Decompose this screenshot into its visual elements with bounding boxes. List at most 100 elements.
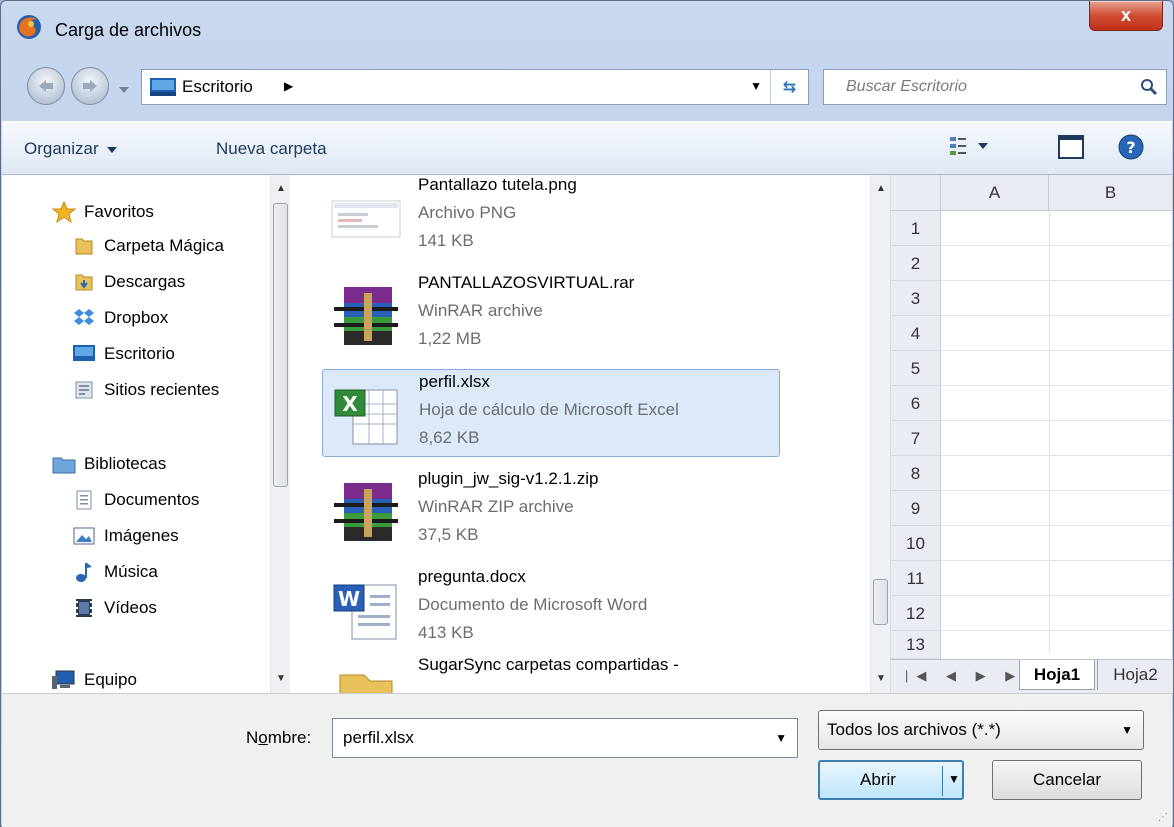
nav-item-musica[interactable]: Música [72,557,158,587]
help-button[interactable]: ? [1118,134,1144,165]
sheet-tab-active[interactable]: Hoja1 [1019,660,1095,690]
forward-button[interactable] [71,67,109,105]
chevron-down-icon[interactable]: ▼ [775,731,787,745]
file-list-scrollbar[interactable]: ▲ ▼ [870,175,890,693]
music-icon [76,563,92,582]
folder-icon [75,238,93,255]
nav-item-escritorio[interactable]: Escritorio [72,339,175,369]
nav-libraries-label: Bibliotecas [84,454,167,473]
filename-value[interactable]: perfil.xlsx [343,728,414,748]
recent-pages-dropdown[interactable] [119,79,129,99]
grid-line [1049,211,1050,653]
list-item[interactable]: PANTALLAZOSVIRTUAL.rar WinRAR archive 1,… [322,271,780,359]
nav-item-imagenes[interactable]: Imágenes [72,521,179,551]
svg-text:?: ? [1126,138,1135,157]
nav-favorites[interactable]: Favoritos [52,197,154,227]
help-icon: ? [1118,134,1144,160]
nav-libraries[interactable]: Bibliotecas [52,449,166,479]
nav-item-label: Carpeta Mágica [104,236,225,255]
recent-places-icon [75,381,93,399]
organize-label: Organizar [24,139,99,158]
desktop-folder-icon [150,78,176,96]
nav-item-documentos[interactable]: Documentos [72,485,199,515]
list-item[interactable]: Pantallazo tutela.png Archivo PNG 141 KB [322,173,780,261]
breadcrumb-location[interactable]: Escritorio [182,77,253,97]
scroll-down-icon[interactable]: ▼ [871,669,891,689]
column-header-a: A [941,175,1049,211]
organize-button[interactable]: Organizar [24,139,118,159]
open-options-dropdown-icon[interactable]: ▼ [948,772,960,786]
list-item-selected[interactable]: X perfil.xlsx Hoja de cálculo de Microso… [322,369,780,457]
file-type: Archivo PNG [418,203,517,222]
file-name: pregunta.docx [418,567,526,586]
list-item[interactable]: SugarSync carpetas compartidas - [322,653,780,693]
sheet-nav-arrows-icon[interactable]: |◀ ◀ ▶ ▶| [905,668,1035,684]
main-area: Favoritos Carpeta Mágica Descargas Dropb… [2,175,1173,695]
sheet-tab[interactable]: Hoja2 [1097,660,1173,690]
command-bar: Organizar Nueva carpeta ? [2,121,1172,175]
nav-scrollbar[interactable]: ▲ ▼ [270,175,290,693]
refresh-button[interactable]: ⇆ [770,70,808,104]
row-header: 13 [891,631,941,659]
row-header: 4 [891,316,941,351]
breadcrumb-arrow-icon[interactable]: ▶ [284,79,293,93]
grid-line [941,420,1173,421]
forward-arrow-icon [83,80,97,92]
nav-item-dropbox[interactable]: Dropbox [72,303,168,333]
grid-line [941,630,1173,631]
svg-text:X: X [342,392,358,416]
chevron-down-icon [119,87,129,93]
sheet-corner [891,175,941,211]
nav-item-carpeta-magica[interactable]: Carpeta Mágica [72,231,224,261]
grid-line [941,315,1173,316]
search-input[interactable]: Buscar Escritorio [846,78,967,96]
file-scroll-thumb[interactable] [873,579,888,625]
view-details-icon [950,137,988,155]
list-item[interactable]: W pregunta.docx Documento de Microsoft W… [322,565,780,653]
filename-input[interactable]: perfil.xlsx ▼ [332,718,798,758]
nav-item-label: Sitios recientes [104,380,220,399]
nav-item-label: Escritorio [104,344,175,363]
new-folder-button[interactable]: Nueva carpeta [216,139,327,159]
chevron-down-icon[interactable]: ▼ [1121,723,1133,737]
nav-scroll-thumb[interactable] [273,203,288,487]
row-header: 5 [891,351,941,386]
address-row: Escritorio ▶ ▼ ⇆ Buscar Escritorio [1,61,1173,111]
file-list: Pantallazo tutela.png Archivo PNG 141 KB… [294,175,890,693]
nav-item-label: Documentos [104,490,200,509]
grid-line [941,455,1173,456]
nav-item-label: Descargas [104,272,186,291]
nav-item-descargas[interactable]: Descargas [72,267,185,297]
row-header: 10 [891,526,941,561]
resize-grip-icon[interactable]: ⋰ [1158,812,1168,823]
row-header: 1 [891,211,941,246]
open-button[interactable]: Abrir ▼ [818,760,964,800]
grid-line [941,560,1173,561]
grid-line [941,350,1173,351]
search-box[interactable]: Buscar Escritorio [823,69,1167,105]
image-thumbnail-icon [331,200,401,238]
back-button[interactable] [27,67,65,105]
nav-item-sitios-recientes[interactable]: Sitios recientes [72,375,219,405]
computer-icon [52,670,75,689]
list-item[interactable]: plugin_jw_sig-v1.2.1.zip WinRAR ZIP arch… [322,467,780,555]
preview-pane-button[interactable] [1058,134,1084,165]
cancel-button[interactable]: Cancelar [992,760,1142,800]
nav-item-videos[interactable]: Vídeos [72,593,157,623]
nav-item-label: Vídeos [104,598,157,617]
file-type-select[interactable]: Todos los archivos (*.*) ▼ [818,710,1144,750]
file-type: WinRAR ZIP archive [418,497,574,516]
row-header: 9 [891,491,941,526]
address-dropdown-icon[interactable]: ▼ [750,79,762,93]
scroll-up-icon[interactable]: ▲ [271,179,291,199]
scroll-down-icon[interactable]: ▼ [271,669,291,689]
close-button[interactable]: x [1089,1,1163,31]
address-bar[interactable]: Escritorio ▶ ▼ ⇆ [141,69,809,105]
scroll-up-icon[interactable]: ▲ [871,179,891,199]
nav-computer[interactable]: Equipo [52,665,137,695]
file-size: 8,62 KB [419,428,480,447]
view-options-button[interactable] [948,134,994,163]
winrar-icon [334,483,398,541]
file-dialog: Carga de archivos x Escritorio ▶ ▼ ⇆ Bus… [0,0,1174,827]
search-icon[interactable] [1140,78,1158,96]
